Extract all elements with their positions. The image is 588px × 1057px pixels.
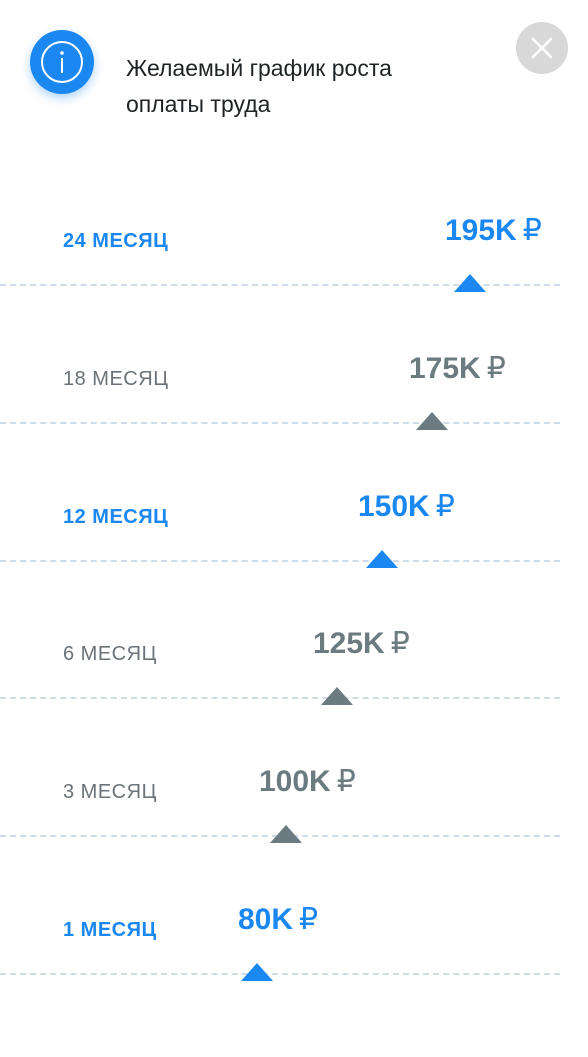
dashed-divider — [0, 973, 560, 975]
triangle-marker-icon — [416, 412, 448, 430]
milestone-row: 12 МЕСЯЦ 150K ₽ — [0, 490, 588, 644]
milestone-month: 1 МЕСЯЦ — [63, 919, 157, 941]
milestone-month: 12 МЕСЯЦ — [63, 506, 169, 528]
milestone-row: 6 МЕСЯЦ 125K ₽ — [0, 627, 588, 781]
dashed-divider — [0, 422, 560, 424]
milestone-salary: 125K ₽ — [313, 627, 410, 660]
milestone-salary: 175K ₽ — [409, 352, 506, 385]
triangle-marker-icon — [454, 274, 486, 292]
milestone-salary: 100K ₽ — [259, 765, 356, 798]
dashed-divider — [0, 697, 560, 699]
milestone-salary: 150K ₽ — [358, 490, 455, 523]
milestone-salary: 195K ₽ — [445, 214, 542, 247]
milestone-row: 3 МЕСЯЦ 100K ₽ — [0, 765, 588, 919]
milestone-row: 18 МЕСЯЦ 175K ₽ — [0, 352, 588, 506]
triangle-marker-icon — [241, 963, 273, 981]
milestone-month: 18 МЕСЯЦ — [63, 368, 169, 390]
milestone-salary: 80K ₽ — [238, 903, 319, 936]
dashed-divider — [0, 560, 560, 562]
milestone-month: 6 МЕСЯЦ — [63, 643, 157, 665]
triangle-marker-icon — [321, 687, 353, 705]
salary-timeline: 24 МЕСЯЦ 195K ₽ 18 МЕСЯЦ 175K ₽ 12 МЕСЯЦ 1… — [0, 0, 588, 1044]
milestone-month: 24 МЕСЯЦ — [63, 230, 169, 252]
milestone-row: 1 МЕСЯЦ 80K ₽ — [0, 903, 588, 1057]
triangle-marker-icon — [270, 825, 302, 843]
milestone-month: 3 МЕСЯЦ — [63, 781, 157, 803]
milestone-row: 24 МЕСЯЦ 195K ₽ — [0, 214, 588, 368]
triangle-marker-icon — [366, 550, 398, 568]
